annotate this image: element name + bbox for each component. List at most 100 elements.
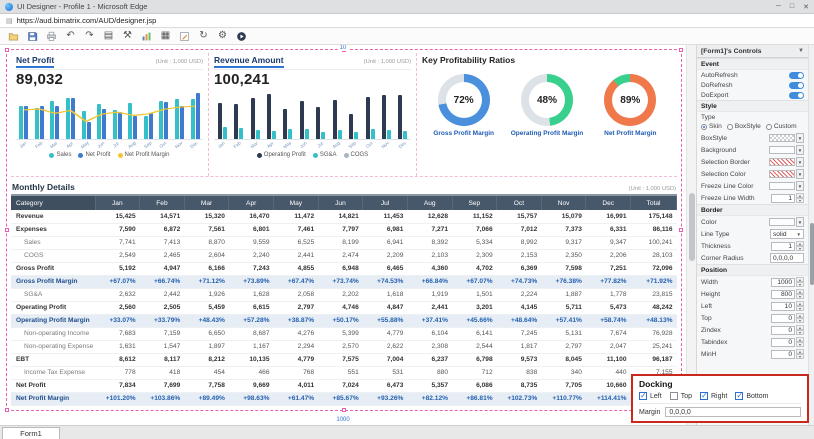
table-row: COGS2,5492,4652,6042,2402,4412,4742,2092…	[11, 249, 677, 262]
column-header: Sep	[452, 196, 497, 210]
zindex-input[interactable]: 0	[771, 326, 795, 335]
selection-handle[interactable]	[5, 408, 9, 412]
top-input[interactable]: 0	[771, 314, 795, 323]
spin-down-icon[interactable]: ▼	[796, 330, 804, 335]
selection-handle[interactable]	[679, 228, 683, 232]
corner-radius-input[interactable]: 0,0,0,0	[770, 253, 804, 263]
dock-checkbox-top[interactable]: Top	[670, 392, 692, 400]
redo-icon[interactable]: ↷	[81, 29, 98, 44]
save-icon[interactable]	[24, 29, 41, 44]
tools-icon[interactable]: ⚒	[119, 29, 136, 44]
property-label: AutoRefresh	[701, 72, 738, 79]
ratios-card[interactable]: Key Profitability Ratios 72%Gross Profit…	[417, 53, 677, 176]
spin-down-icon[interactable]: ▼	[796, 342, 804, 347]
chart-icon[interactable]	[138, 29, 155, 44]
url-text[interactable]: https://aud.bimatrix.com/AUD/designer.js…	[17, 16, 157, 25]
freeze-line-width-input[interactable]: 1	[771, 194, 795, 203]
chevron-down-icon[interactable]: ▼	[796, 169, 804, 179]
grid-icon[interactable]: ▦	[157, 29, 174, 44]
settings-icon[interactable]: ⚙	[214, 29, 231, 44]
color-swatch[interactable]	[769, 218, 795, 226]
height-input[interactable]: 800	[771, 290, 795, 299]
open-folder-icon[interactable]	[5, 29, 22, 44]
maximize-icon[interactable]: □	[790, 3, 794, 11]
background-swatch[interactable]	[769, 146, 795, 154]
column-header: Mar	[184, 196, 229, 210]
minimize-icon[interactable]: ─	[776, 3, 781, 11]
donut-caption: Gross Profit Margin	[424, 130, 504, 138]
row-category: Income Tax Expense	[11, 366, 95, 379]
table-cell: 6,798	[452, 353, 497, 366]
spin-down-icon[interactable]: ▼	[796, 198, 804, 203]
chevron-down-icon[interactable]: ▼	[796, 157, 804, 167]
tabindex-input[interactable]: 0	[771, 338, 795, 347]
property-row: Type	[697, 112, 808, 122]
spin-down-icon[interactable]: ▼	[796, 318, 804, 323]
donut-ring: 89%	[604, 74, 656, 126]
panel-scrollbar-thumb[interactable]	[810, 223, 814, 285]
tab-form1[interactable]: Form1	[2, 427, 60, 439]
table-cell: 440	[586, 366, 631, 379]
undo-icon[interactable]: ↶	[62, 29, 79, 44]
doexport-toggle[interactable]	[789, 92, 804, 99]
form-tab-bar: Form1	[0, 425, 814, 439]
radio-boxstyle[interactable]: BoxStyle	[727, 123, 761, 130]
table-cell: 1,897	[184, 340, 229, 353]
thickness-input[interactable]: 1	[771, 242, 795, 251]
selection-handle[interactable]	[679, 48, 683, 52]
table-cell: 2,622	[363, 340, 408, 353]
spin-down-icon[interactable]: ▼	[796, 294, 804, 299]
boxstyle-swatch[interactable]	[769, 134, 795, 142]
left-input[interactable]: 10	[771, 302, 795, 311]
minh-input[interactable]: 0	[771, 350, 795, 359]
table-icon[interactable]: ▤	[100, 29, 117, 44]
chevron-down-icon[interactable]: ▼	[796, 181, 804, 191]
table-cell: 15,757	[497, 210, 542, 223]
freeze-line-color-swatch[interactable]	[769, 182, 795, 190]
chevron-down-icon[interactable]: ▼	[796, 217, 804, 227]
autorefresh-toggle[interactable]	[789, 72, 804, 79]
donut-percent: 72%	[438, 74, 490, 126]
checkbox-icon	[735, 392, 743, 400]
line-type-select[interactable]: solid▼	[770, 229, 804, 239]
radio-custom[interactable]: Custom	[766, 123, 797, 130]
canvas-scrollbar-thumb[interactable]	[689, 193, 695, 261]
table-cell: 551	[318, 366, 363, 379]
run-icon[interactable]	[233, 29, 250, 44]
spin-down-icon[interactable]: ▼	[796, 354, 804, 359]
dock-checkbox-left[interactable]: Left	[639, 392, 662, 400]
property-row: Width1000▲▼	[697, 276, 808, 288]
selection-handle[interactable]	[5, 48, 9, 52]
selection-handle[interactable]	[5, 228, 9, 232]
design-canvas[interactable]: 10 1000 Net Profit (Unit : 1,000 USD) 89…	[0, 45, 686, 425]
spin-down-icon[interactable]: ▼	[796, 306, 804, 311]
monthly-details-section[interactable]: Monthly Details (Unit : 1,000 USD) Categ…	[11, 181, 677, 407]
docking-margin-input[interactable]: 0,0,0,0	[665, 407, 801, 417]
table-cell: 7,699	[140, 379, 185, 392]
dock-checkbox-bottom[interactable]: Bottom	[735, 392, 768, 400]
table-cell: +67.47%	[274, 275, 319, 288]
table-cell: 2,797	[274, 301, 319, 314]
dock-checkbox-right[interactable]: Right	[700, 392, 727, 400]
chevron-down-icon[interactable]: ▼	[796, 133, 804, 143]
selection-border-swatch[interactable]	[769, 158, 795, 166]
chevron-down-icon[interactable]: ▼	[796, 145, 804, 155]
table-cell: +37.41%	[407, 314, 452, 327]
chevron-down-icon[interactable]: ▼	[798, 48, 804, 54]
property-label: Thickness	[701, 243, 731, 250]
row-category: Revenue	[11, 210, 95, 223]
print-icon[interactable]	[43, 29, 60, 44]
width-input[interactable]: 1000	[771, 278, 795, 287]
radio-skin[interactable]: Skin	[701, 123, 722, 130]
spin-down-icon[interactable]: ▼	[796, 282, 804, 287]
edit-icon[interactable]	[176, 29, 193, 44]
dorefresh-toggle[interactable]	[789, 82, 804, 89]
refresh-icon[interactable]: ↻	[195, 29, 212, 44]
close-icon[interactable]: ✕	[803, 3, 809, 11]
spin-down-icon[interactable]: ▼	[796, 246, 804, 251]
net-profit-card[interactable]: Net Profit (Unit : 1,000 USD) 89,032 Jan…	[11, 53, 209, 176]
selection-handle[interactable]	[342, 408, 346, 412]
revenue-card[interactable]: Revenue Amount (Unit : 1,000 USD) 100,24…	[209, 53, 417, 176]
selection-color-swatch[interactable]	[769, 170, 795, 178]
property-label: BoxStyle	[701, 135, 727, 142]
